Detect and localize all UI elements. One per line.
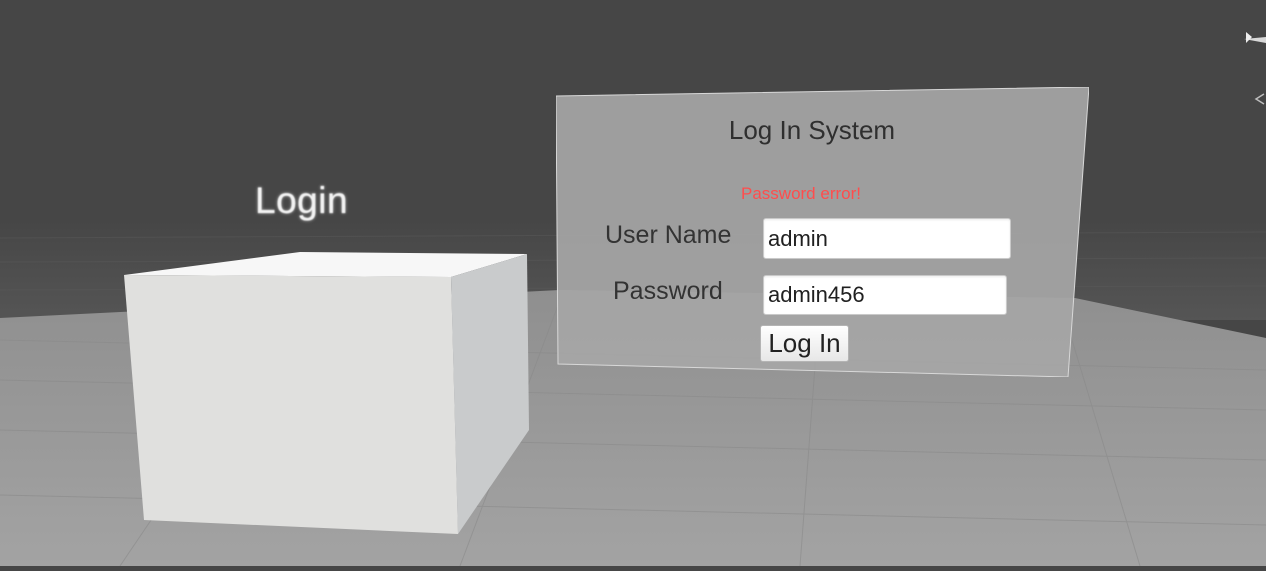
- cube[interactable]: [124, 252, 529, 534]
- password-value: admin456: [768, 282, 865, 307]
- 3d-scene: Login Log In System Password error! User…: [0, 0, 1266, 567]
- login-panel: Log In System Password error! User Name …: [556, 87, 1089, 377]
- password-field[interactable]: admin456: [763, 275, 1007, 315]
- scene-gizmo-icon[interactable]: [1236, 25, 1266, 115]
- username-value: admin: [768, 225, 828, 251]
- world-label: Login: [255, 180, 349, 221]
- error-message: Password error!: [741, 184, 861, 203]
- password-label: Password: [613, 277, 723, 305]
- username-field[interactable]: admin: [763, 218, 1011, 259]
- panel-title: Log In System: [728, 115, 896, 145]
- username-label: User Name: [605, 221, 732, 249]
- login-button[interactable]: Log In: [760, 325, 849, 362]
